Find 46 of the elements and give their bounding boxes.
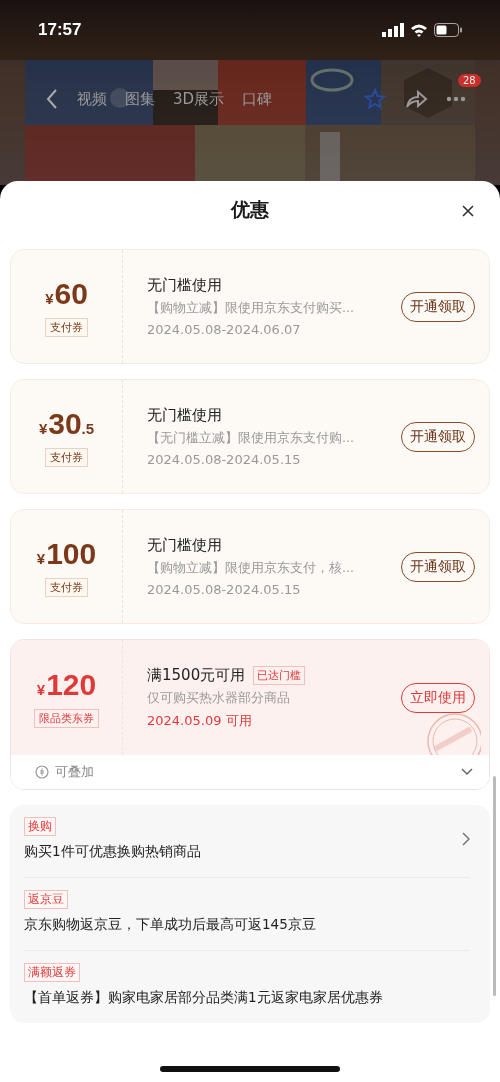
coupon-amount: ¥60 [45, 276, 88, 312]
coupon-amount: ¥30.5 [38, 406, 95, 442]
coupon-amount: ¥120 [36, 667, 97, 703]
sheet-title: 优惠 [231, 197, 269, 222]
promo-text: 【首单返券】购家电家居部分品类满1元返家电家居优惠券 [24, 988, 383, 1007]
promo-tag: 满额返券 [24, 963, 80, 982]
tab[interactable]: 3D展示 [173, 89, 225, 109]
back-icon[interactable] [45, 88, 59, 110]
promo-tag: 换购 [24, 817, 56, 836]
coupon-title: 无门槛使用 [147, 406, 222, 425]
wifi-icon [410, 23, 428, 37]
coupon-description: 【购物立减】限使用京东支付，核... [147, 560, 355, 577]
coupon-description: 【无门槛立减】限使用京东支付购... [147, 430, 355, 447]
coupon-type-tag: 支付券 [45, 577, 88, 597]
tab[interactable]: 口碑 [242, 89, 273, 109]
coupon-date: 2024.05.08-2024.05.15 [147, 582, 302, 597]
status-time: 17:57 [38, 20, 82, 40]
tab[interactable]: 视频 [77, 89, 107, 109]
notification-badge: 28 [458, 74, 481, 87]
coupon-title: 满1500元可用 [147, 665, 246, 685]
coupon-type-tag: 支付券 [45, 317, 88, 337]
coupon-amount: ¥100 [36, 536, 97, 572]
coupon-description: 【购物立减】限使用京东支付购买... [147, 300, 355, 317]
coupon-date: 2024.05.09 可用 [147, 711, 253, 730]
close-icon[interactable] [462, 205, 474, 217]
threshold-tag: 已达门槛 [253, 665, 306, 685]
signal-icon [382, 23, 404, 37]
promo-text: 购买1件可优惠换购热销商品 [24, 842, 201, 861]
promo-tag: 返京豆 [24, 890, 68, 909]
coupon-type-tag: 限品类东券 [34, 708, 99, 728]
scrollbar[interactable] [493, 776, 496, 996]
stackable-label: 可叠加 [55, 763, 94, 781]
chevron-right-icon[interactable] [462, 832, 470, 846]
coupon-description: 仅可购买热水器部分商品 [147, 689, 291, 707]
coupon-date: 2024.05.08-2024.06.07 [147, 322, 302, 337]
coin-icon [35, 765, 49, 779]
coupon-date: 2024.05.08-2024.05.15 [147, 452, 302, 467]
promo-text: 京东购物返京豆，下单成功后最高可返145京豆 [24, 915, 316, 934]
share-icon[interactable] [404, 88, 428, 110]
battery-icon [434, 23, 462, 37]
more-icon[interactable] [446, 96, 466, 102]
coupon-type-tag: 支付券 [45, 447, 88, 467]
coupon-title: 无门槛使用 [147, 276, 222, 295]
star-icon[interactable] [364, 88, 386, 110]
coupon-title: 无门槛使用 [147, 536, 222, 555]
tab[interactable]: 图集 [125, 89, 155, 109]
